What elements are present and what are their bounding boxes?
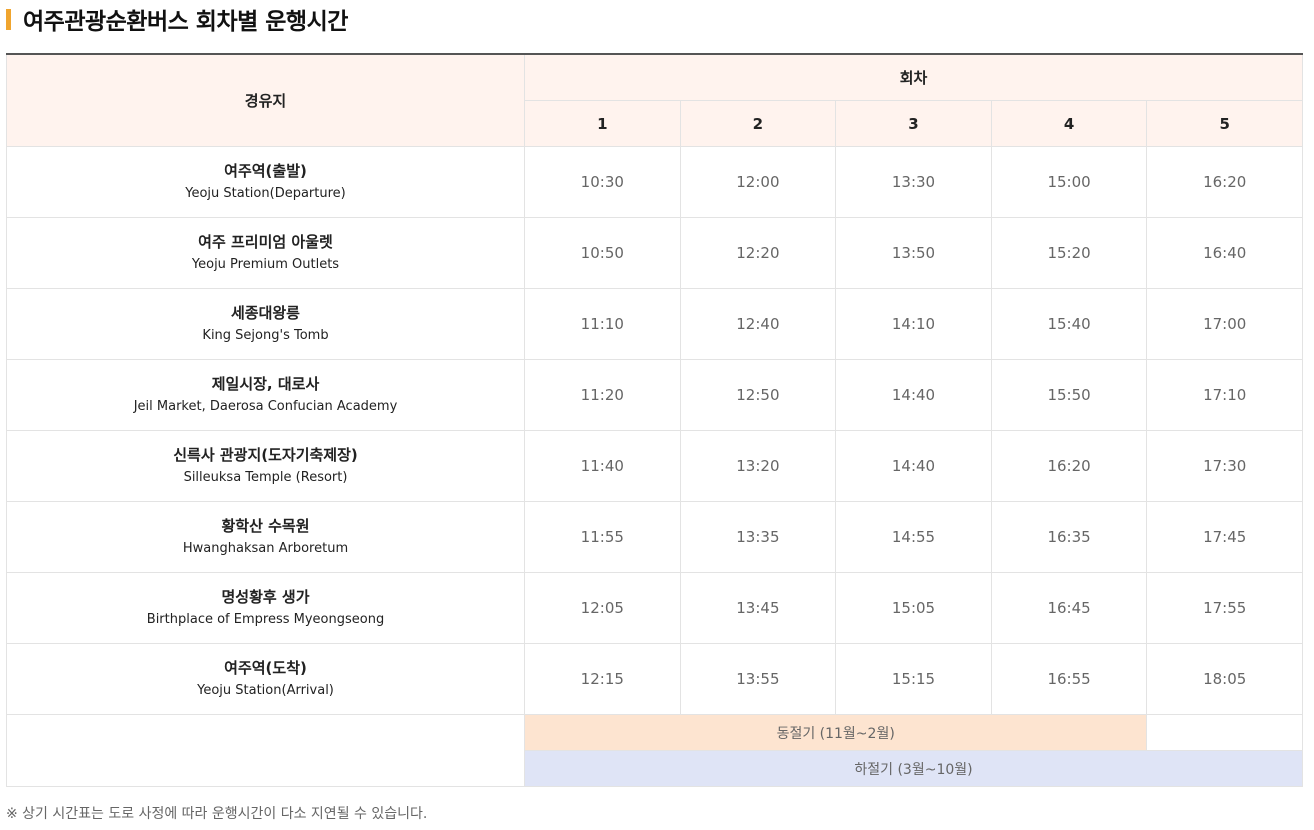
stop-name-ko: 여주 프리미엄 아울렛 bbox=[198, 233, 333, 251]
legend-blank-cell bbox=[1146, 714, 1303, 751]
time-cell: 12:15 bbox=[524, 643, 681, 715]
time-cell: 16:20 bbox=[990, 430, 1148, 502]
table-row: 황학산 수목원 Hwanghaksan Arboretum 11:55 13:3… bbox=[6, 501, 1303, 573]
time-cell: 14:10 bbox=[835, 288, 992, 360]
table-row: 제일시장, 대로사 Jeil Market, Daerosa Confucian… bbox=[6, 359, 1303, 431]
time-cell: 15:40 bbox=[990, 288, 1148, 360]
stop-cell: 여주역(출발) Yeoju Station(Departure) bbox=[6, 146, 525, 218]
stop-name-ko: 황학산 수목원 bbox=[221, 517, 310, 535]
stop-name-en: Yeoju Station(Departure) bbox=[185, 186, 346, 201]
time-cell: 13:20 bbox=[679, 430, 837, 502]
stop-name-en: King Sejong's Tomb bbox=[202, 328, 329, 343]
header-row-top: 경유지 회차 bbox=[6, 53, 1303, 147]
stop-cell: 세종대왕릉 King Sejong's Tomb bbox=[6, 288, 525, 360]
table-row: 명성황후 생가 Birthplace of Empress Myeongseon… bbox=[6, 572, 1303, 644]
trip-number-header: 3 bbox=[835, 100, 992, 147]
time-cell: 16:55 bbox=[990, 643, 1148, 715]
time-cell: 16:45 bbox=[990, 572, 1148, 644]
time-cell: 18:05 bbox=[1146, 643, 1303, 715]
stop-name-ko: 신륵사 관광지(도자기축제장) bbox=[173, 446, 358, 464]
stop-cell: 황학산 수목원 Hwanghaksan Arboretum bbox=[6, 501, 525, 573]
table-row: 신륵사 관광지(도자기축제장) Silleuksa Temple (Resort… bbox=[6, 430, 1303, 502]
summer-season-legend: 하절기 (3월~10월) bbox=[524, 750, 1303, 787]
stop-name-en: Birthplace of Empress Myeongseong bbox=[146, 612, 385, 627]
trip-number-header: 1 bbox=[524, 100, 681, 147]
time-cell: 12:40 bbox=[679, 288, 837, 360]
stop-name-en: Yeoju Station(Arrival) bbox=[197, 683, 334, 698]
time-cell: 17:55 bbox=[1146, 572, 1303, 644]
trip-header: 회차 bbox=[524, 53, 1303, 101]
stop-cell: 명성황후 생가 Birthplace of Empress Myeongseon… bbox=[6, 572, 525, 644]
time-cell: 15:00 bbox=[990, 146, 1148, 218]
time-cell: 14:55 bbox=[835, 501, 992, 573]
legend-blank-cell bbox=[6, 714, 525, 787]
stop-cell: 여주역(도착) Yeoju Station(Arrival) bbox=[6, 643, 525, 715]
stop-name-ko: 여주역(도착) bbox=[224, 659, 307, 677]
stop-name-ko: 제일시장, 대로사 bbox=[211, 375, 320, 393]
stop-name-ko: 여주역(출발) bbox=[224, 162, 307, 180]
time-cell: 17:45 bbox=[1146, 501, 1303, 573]
time-cell: 12:20 bbox=[679, 217, 837, 289]
winter-season-legend: 동절기 (11월~2월) bbox=[523, 714, 1148, 751]
timetable-container: 경유지 회차 1 2 3 4 5 여주역(출발) Yeoju Station(D… bbox=[6, 53, 1303, 787]
time-cell: 12:05 bbox=[524, 572, 681, 644]
table-row: 여주역(도착) Yeoju Station(Arrival) 12:15 13:… bbox=[6, 643, 1303, 715]
trip-number-header: 4 bbox=[990, 100, 1148, 147]
stop-name-en: Yeoju Premium Outlets bbox=[191, 257, 340, 272]
route-header: 경유지 bbox=[6, 53, 525, 147]
timetable: 경유지 회차 1 2 3 4 5 여주역(출발) Yeoju Station(D… bbox=[6, 53, 1303, 787]
time-cell: 14:40 bbox=[835, 430, 992, 502]
time-cell: 16:35 bbox=[990, 501, 1148, 573]
time-cell: 17:10 bbox=[1146, 359, 1303, 431]
page-title: 여주관광순환버스 회차별 운행시간 bbox=[23, 9, 348, 35]
stop-name-en: Hwanghaksan Arboretum bbox=[182, 541, 349, 556]
time-cell: 11:55 bbox=[524, 501, 681, 573]
time-cell: 14:40 bbox=[835, 359, 992, 431]
table-row: 여주 프리미엄 아울렛 Yeoju Premium Outlets 10:50 … bbox=[6, 217, 1303, 289]
legend-row-winter: 동절기 (11월~2월) bbox=[6, 714, 1303, 787]
title-accent-bar bbox=[6, 8, 11, 30]
time-cell: 11:10 bbox=[524, 288, 681, 360]
time-cell: 17:30 bbox=[1146, 430, 1303, 502]
stop-name-en: Jeil Market, Daerosa Confucian Academy bbox=[133, 399, 398, 414]
time-cell: 15:20 bbox=[990, 217, 1148, 289]
time-cell: 13:55 bbox=[679, 643, 837, 715]
time-cell: 13:30 bbox=[835, 146, 992, 218]
stop-cell: 신륵사 관광지(도자기축제장) Silleuksa Temple (Resort… bbox=[6, 430, 525, 502]
footnote: ※ 상기 시간표는 도로 사정에 따라 운행시간이 다소 지연될 수 있습니다. bbox=[6, 806, 428, 822]
trip-number-header: 2 bbox=[679, 100, 837, 147]
time-cell: 13:45 bbox=[679, 572, 837, 644]
stop-name-en: Silleuksa Temple (Resort) bbox=[183, 470, 348, 485]
time-cell: 17:00 bbox=[1146, 288, 1303, 360]
table-row: 세종대왕릉 King Sejong's Tomb 11:10 12:40 14:… bbox=[6, 288, 1303, 360]
time-cell: 12:00 bbox=[679, 146, 837, 218]
time-cell: 15:50 bbox=[990, 359, 1148, 431]
stop-name-ko: 명성황후 생가 bbox=[221, 588, 310, 606]
time-cell: 15:15 bbox=[835, 643, 992, 715]
stop-cell: 여주 프리미엄 아울렛 Yeoju Premium Outlets bbox=[6, 217, 525, 289]
time-cell: 10:30 bbox=[524, 146, 681, 218]
table-row: 여주역(출발) Yeoju Station(Departure) 10:30 1… bbox=[6, 146, 1303, 218]
time-cell: 13:35 bbox=[679, 501, 837, 573]
time-cell: 11:20 bbox=[524, 359, 681, 431]
time-cell: 10:50 bbox=[524, 217, 681, 289]
time-cell: 13:50 bbox=[835, 217, 992, 289]
stop-cell: 제일시장, 대로사 Jeil Market, Daerosa Confucian… bbox=[6, 359, 525, 431]
time-cell: 16:20 bbox=[1146, 146, 1303, 218]
page-title-row: 여주관광순환버스 회차별 운행시간 bbox=[6, 3, 348, 35]
time-cell: 12:50 bbox=[679, 359, 837, 431]
stop-name-ko: 세종대왕릉 bbox=[230, 304, 300, 322]
trip-number-header: 5 bbox=[1146, 100, 1303, 147]
time-cell: 16:40 bbox=[1146, 217, 1303, 289]
time-cell: 15:05 bbox=[835, 572, 992, 644]
time-cell: 11:40 bbox=[524, 430, 681, 502]
